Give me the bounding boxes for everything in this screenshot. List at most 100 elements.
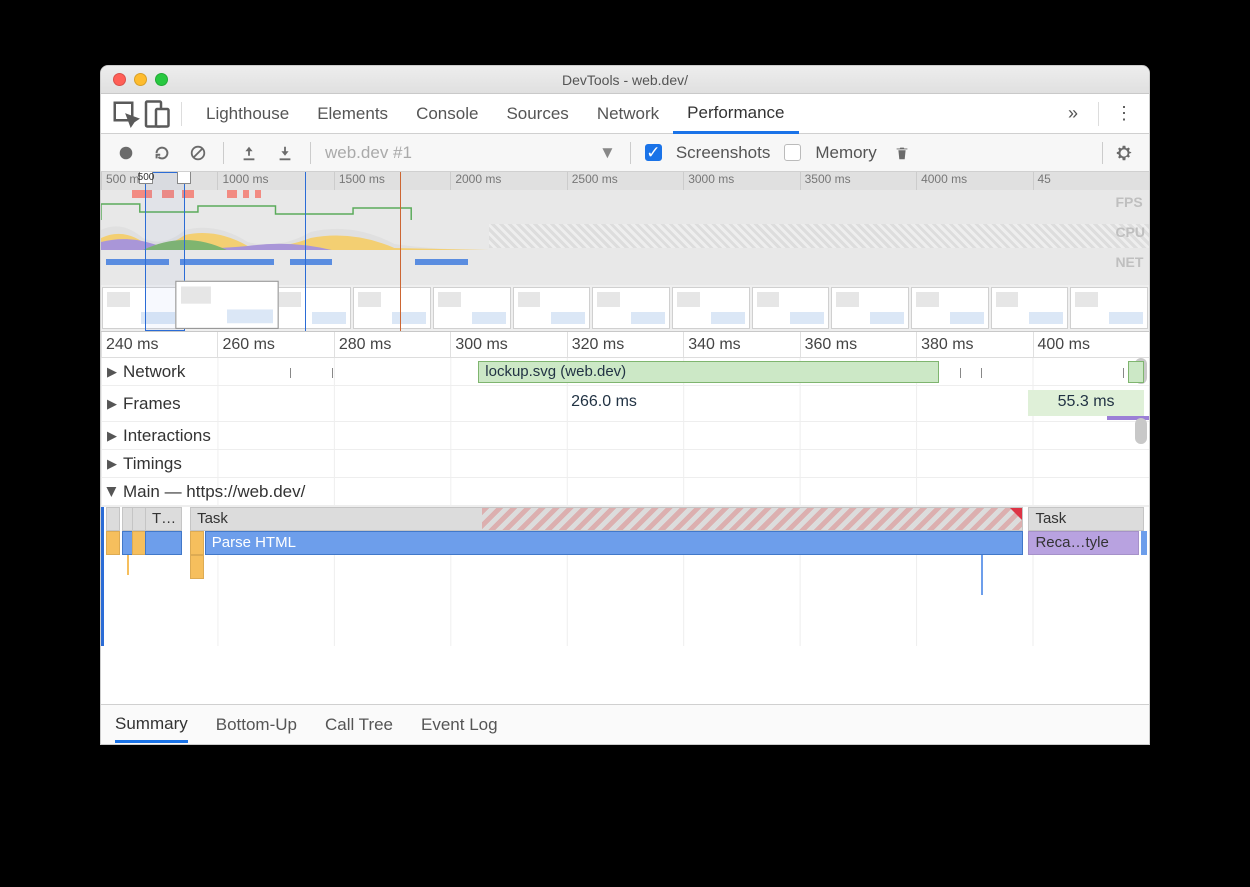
flame-bar-task[interactable]: Task (190, 507, 1023, 531)
selection-left-handle[interactable]: 500 (139, 172, 153, 184)
load-profile-icon[interactable] (238, 142, 260, 164)
lane-label: CPU (1115, 224, 1145, 240)
flame-bar-parse-html[interactable]: Parse HTML (205, 531, 1023, 555)
network-request-bar[interactable] (1128, 361, 1144, 383)
disclosure-triangle-icon[interactable]: ▶ (104, 487, 120, 497)
separator (1098, 102, 1099, 126)
ruler-tick: 3500 ms (800, 172, 916, 190)
separator (181, 102, 182, 126)
screenshot-thumb[interactable] (175, 281, 279, 329)
device-toolbar-icon[interactable] (141, 99, 171, 129)
lane-label: FPS (1115, 194, 1145, 210)
screenshot-thumb[interactable] (513, 287, 591, 329)
ruler-tick: 2000 ms (450, 172, 566, 190)
ruler-tick: 300 ms (450, 332, 566, 357)
frame-bar[interactable]: 266.0 ms (185, 390, 1023, 416)
overview-net-bar (415, 259, 467, 265)
frame-bar[interactable]: 55.3 ms (1028, 390, 1143, 416)
screenshot-thumb[interactable] (672, 287, 750, 329)
detail-ruler: 240 ms 260 ms 280 ms 300 ms 320 ms 340 m… (101, 332, 1149, 358)
flame-bar-task[interactable]: Task (1028, 507, 1143, 531)
ruler-tick: 3000 ms (683, 172, 799, 190)
overview-long-task-marks (227, 190, 311, 198)
tab-performance[interactable]: Performance (673, 95, 798, 134)
main-flame-chart[interactable]: T… Task Task Parse HTML Reca…tyle (101, 506, 1149, 646)
screenshot-thumb[interactable] (433, 287, 511, 329)
tab-elements[interactable]: Elements (303, 94, 402, 133)
track-main[interactable]: ▶ Main — https://web.dev/ (101, 478, 1149, 506)
flame-bar[interactable]: T… (145, 507, 182, 531)
detail-panel: 240 ms 260 ms 280 ms 300 ms 320 ms 340 m… (101, 332, 1149, 646)
tab-network[interactable]: Network (583, 94, 673, 133)
screenshots-checkbox[interactable]: ✓ (645, 144, 662, 161)
tab-lighthouse[interactable]: Lighthouse (192, 94, 303, 133)
clear-button[interactable] (187, 142, 209, 164)
save-profile-icon[interactable] (274, 142, 296, 164)
flame-sliver (127, 555, 129, 575)
flame-bar[interactable] (106, 507, 120, 531)
overview-playhead-blue (305, 172, 306, 331)
overview-lane-labels: FPS CPU NET (1115, 194, 1145, 270)
ruler-tick: 240 ms (101, 332, 217, 357)
screenshot-thumb[interactable] (1070, 287, 1148, 329)
track-label: Timings (123, 454, 182, 474)
screenshot-thumb[interactable] (592, 287, 670, 329)
screenshot-thumb[interactable] (911, 287, 989, 329)
more-tabs-button[interactable]: » (1058, 103, 1088, 124)
ruler-tick: 280 ms (334, 332, 450, 357)
flame-bar-recalc-style[interactable]: Reca…tyle (1028, 531, 1138, 555)
separator (630, 142, 631, 164)
ruler-tick: 340 ms (683, 332, 799, 357)
customize-devtools-button[interactable]: ⋮ (1109, 103, 1139, 124)
screenshot-thumb[interactable] (991, 287, 1069, 329)
screenshot-thumb[interactable] (274, 287, 352, 329)
tab-sources[interactable]: Sources (492, 94, 582, 133)
screenshots-label: Screenshots (676, 143, 771, 163)
track-interactions[interactable]: ▶ Interactions (101, 422, 1149, 450)
track-network[interactable]: ▶ Network lockup.svg (web.dev) (101, 358, 1149, 386)
record-button[interactable] (115, 142, 137, 164)
ruler-tick: 380 ms (916, 332, 1032, 357)
flame-bar[interactable] (190, 531, 204, 555)
ruler-tick: 400 ms (1033, 332, 1149, 357)
overview-filmstrip[interactable] (101, 285, 1149, 331)
network-request-bar[interactable]: lockup.svg (web.dev) (478, 361, 939, 383)
separator (310, 142, 311, 164)
lane-label: NET (1115, 254, 1145, 270)
ruler-tick: 260 ms (217, 332, 333, 357)
tab-summary[interactable]: Summary (115, 714, 188, 743)
dropdown-caret-icon[interactable]: ▼ (599, 143, 616, 163)
tab-event-log[interactable]: Event Log (421, 715, 498, 735)
disclosure-triangle-icon[interactable]: ▶ (107, 428, 117, 444)
inspect-element-icon[interactable] (111, 99, 141, 129)
screenshot-thumb[interactable] (752, 287, 830, 329)
track-label: Interactions (123, 426, 211, 446)
flame-bar[interactable] (145, 531, 182, 555)
ruler-tick: 1000 ms (217, 172, 333, 190)
track-timings[interactable]: ▶ Timings (101, 450, 1149, 478)
tab-bottom-up[interactable]: Bottom-Up (216, 715, 297, 735)
perf-toolbar: web.dev #1 ▼ ✓ Screenshots Memory (101, 134, 1149, 172)
tab-console[interactable]: Console (402, 94, 492, 133)
details-pane-tabs: Summary Bottom-Up Call Tree Event Log (101, 704, 1149, 744)
selection-right-handle[interactable] (177, 172, 191, 184)
disclosure-triangle-icon[interactable]: ▶ (107, 456, 117, 472)
recording-selector[interactable]: web.dev #1 (325, 143, 585, 163)
ruler-tick: 2500 ms (567, 172, 683, 190)
flame-bar[interactable] (106, 531, 120, 555)
ruler-tick: 45 (1033, 172, 1149, 190)
settings-gear-icon[interactable] (1113, 142, 1135, 164)
flame-bar[interactable] (190, 555, 204, 579)
gc-trash-icon[interactable] (891, 142, 913, 164)
track-frames[interactable]: ▶ Frames 266.0 ms 55.3 ms (101, 386, 1149, 422)
overview-timeline[interactable]: 500 ms 1000 ms 1500 ms 2000 ms 2500 ms 3… (101, 172, 1149, 332)
overview-ruler: 500 ms 1000 ms 1500 ms 2000 ms 2500 ms 3… (101, 172, 1149, 190)
flame-bar[interactable] (1141, 531, 1147, 555)
ruler-tick: 1500 ms (334, 172, 450, 190)
screenshot-thumb[interactable] (831, 287, 909, 329)
memory-checkbox[interactable] (784, 144, 801, 161)
screenshot-thumb[interactable] (353, 287, 431, 329)
reload-record-button[interactable] (151, 142, 173, 164)
tab-call-tree[interactable]: Call Tree (325, 715, 393, 735)
memory-label: Memory (815, 143, 876, 163)
